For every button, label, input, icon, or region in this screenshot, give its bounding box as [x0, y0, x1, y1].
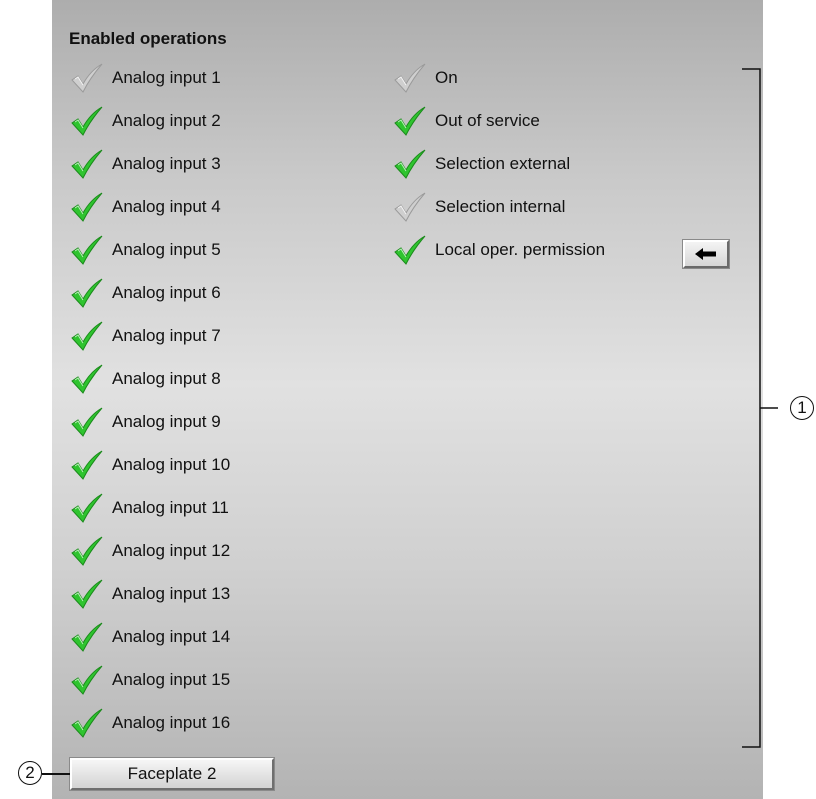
check-enabled-icon [393, 149, 427, 179]
left-operation-row: Analog input 15 [70, 665, 230, 695]
check-disabled-icon [70, 63, 104, 93]
left-operation-label: Analog input 15 [112, 670, 231, 689]
left-operation-row: Analog input 9 [70, 407, 221, 437]
left-operation-row: Analog input 14 [70, 622, 230, 652]
check-enabled-icon [70, 321, 104, 351]
right-operation-row: Selection internal [393, 192, 565, 222]
left-operation-row: Analog input 10 [70, 450, 230, 480]
left-operation-label: Analog input 2 [112, 111, 221, 130]
right-operation-label: Out of service [435, 111, 540, 130]
left-operation-row: Analog input 6 [70, 278, 221, 308]
left-operation-row: Analog input 8 [70, 364, 221, 394]
left-operation-label: Analog input 1 [112, 68, 221, 87]
callout-2: 2 [18, 761, 42, 785]
left-operation-label: Analog input 10 [112, 455, 231, 474]
check-enabled-icon [70, 450, 104, 480]
check-enabled-icon [70, 149, 104, 179]
right-operation-row: On [393, 63, 458, 93]
left-operation-label: Analog input 4 [112, 197, 221, 216]
left-operation-label: Analog input 3 [112, 154, 221, 173]
left-operation-row: Analog input 16 [70, 708, 230, 738]
left-operation-row: Analog input 12 [70, 536, 230, 566]
left-operation-label: Analog input 16 [112, 713, 231, 732]
check-enabled-icon [70, 192, 104, 222]
check-enabled-icon [70, 622, 104, 652]
check-enabled-icon [70, 493, 104, 523]
check-enabled-icon [70, 579, 104, 609]
right-operation-row: Selection external [393, 149, 570, 179]
left-operation-row: Analog input 7 [70, 321, 221, 351]
left-operation-label: Analog input 13 [112, 584, 231, 603]
callout-bracket [742, 68, 778, 748]
local-permission-arrow-button[interactable] [682, 239, 730, 269]
left-operation-row: Analog input 3 [70, 149, 221, 179]
left-operation-row: Analog input 11 [70, 493, 229, 523]
check-disabled-icon [393, 63, 427, 93]
arrow-left-icon [695, 248, 716, 260]
right-operation-label: On [435, 68, 458, 87]
left-operation-row: Analog input 4 [70, 192, 221, 222]
check-enabled-icon [70, 708, 104, 738]
left-operation-row: Analog input 5 [70, 235, 221, 265]
left-operation-label: Analog input 7 [112, 326, 221, 345]
check-enabled-icon [70, 235, 104, 265]
left-operation-label: Analog input 9 [112, 412, 221, 431]
left-operation-label: Analog input 8 [112, 369, 221, 388]
left-operation-label: Analog input 14 [112, 627, 231, 646]
left-operation-label: Analog input 6 [112, 283, 221, 302]
right-operation-label: Selection internal [435, 197, 566, 216]
check-enabled-icon [70, 106, 104, 136]
right-operation-label: Local oper. permission [435, 240, 606, 259]
check-enabled-icon [70, 407, 104, 437]
left-operation-label: Analog input 11 [112, 498, 229, 517]
callout-1: 1 [790, 396, 814, 420]
callout-2-leader [42, 773, 70, 775]
check-enabled-icon [70, 278, 104, 308]
check-enabled-icon [393, 235, 427, 265]
faceplate-button[interactable]: Faceplate 2 [69, 757, 275, 791]
check-enabled-icon [393, 106, 427, 136]
left-operation-row: Analog input 13 [70, 579, 230, 609]
check-enabled-icon [70, 536, 104, 566]
check-enabled-icon [70, 665, 104, 695]
right-operation-label: Selection external [435, 154, 571, 173]
check-enabled-icon [70, 364, 104, 394]
left-operation-row: Analog input 2 [70, 106, 221, 136]
left-operation-label: Analog input 12 [112, 541, 231, 560]
left-operation-label: Analog input 5 [112, 240, 221, 259]
check-disabled-icon [393, 192, 427, 222]
left-operation-row: Analog input 1 [70, 63, 221, 93]
right-operation-row: Out of service [393, 106, 540, 136]
section-title: Enabled operations [69, 29, 227, 48]
right-operation-row: Local oper. permission [393, 235, 605, 265]
